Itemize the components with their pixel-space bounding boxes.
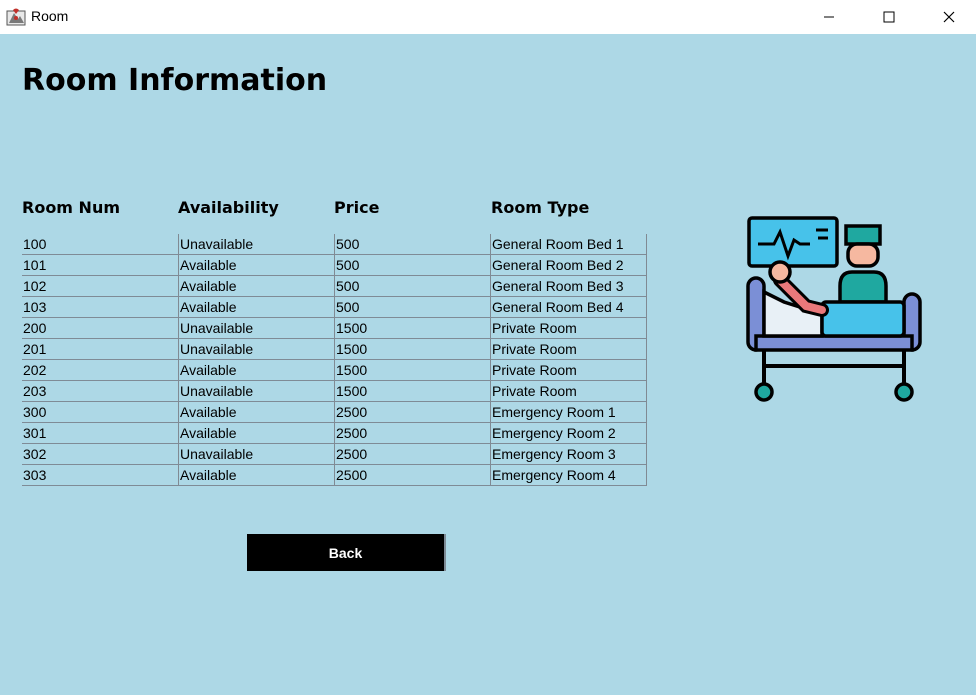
cell-availability[interactable]: Available bbox=[178, 402, 334, 422]
cell-price[interactable]: 500 bbox=[334, 255, 490, 275]
java-app-icon bbox=[6, 7, 26, 27]
cell-price[interactable]: 2500 bbox=[334, 465, 490, 485]
cell-room-type[interactable]: General Room Bed 1 bbox=[490, 234, 646, 254]
room-table[interactable]: 100 Unavailable 500 General Room Bed 1 1… bbox=[22, 234, 647, 486]
table-row[interactable]: 101 Available 500 General Room Bed 2 bbox=[22, 255, 646, 276]
cell-availability[interactable]: Available bbox=[178, 276, 334, 296]
cell-room-num[interactable]: 101 bbox=[22, 255, 178, 275]
cell-room-type[interactable]: Private Room bbox=[490, 381, 646, 401]
cell-room-num[interactable]: 201 bbox=[22, 339, 178, 359]
page-title: Room Information bbox=[22, 63, 328, 98]
back-button[interactable]: Back bbox=[247, 534, 446, 571]
cell-room-num[interactable]: 300 bbox=[22, 402, 178, 422]
cell-price[interactable]: 500 bbox=[334, 276, 490, 296]
table-row[interactable]: 100 Unavailable 500 General Room Bed 1 bbox=[22, 234, 646, 255]
cell-room-type[interactable]: Emergency Room 4 bbox=[490, 465, 646, 485]
cell-availability[interactable]: Unavailable bbox=[178, 339, 334, 359]
cell-price[interactable]: 2500 bbox=[334, 402, 490, 422]
column-header-room-num: Room Num bbox=[22, 198, 120, 217]
table-row[interactable]: 302 Unavailable 2500 Emergency Room 3 bbox=[22, 444, 646, 465]
column-header-room-type: Room Type bbox=[491, 198, 590, 217]
cell-room-num[interactable]: 200 bbox=[22, 318, 178, 338]
cell-room-type[interactable]: Emergency Room 1 bbox=[490, 402, 646, 422]
cell-availability[interactable]: Unavailable bbox=[178, 234, 334, 254]
cell-price[interactable]: 500 bbox=[334, 297, 490, 317]
cell-availability[interactable]: Available bbox=[178, 360, 334, 380]
cell-room-num[interactable]: 100 bbox=[22, 234, 178, 254]
maximize-icon[interactable] bbox=[866, 0, 912, 34]
table-row[interactable]: 200 Unavailable 1500 Private Room bbox=[22, 318, 646, 339]
cell-room-type[interactable]: Emergency Room 2 bbox=[490, 423, 646, 443]
cell-price[interactable]: 1500 bbox=[334, 339, 490, 359]
cell-room-type[interactable]: General Room Bed 4 bbox=[490, 297, 646, 317]
hospital-patient-bed-icon bbox=[744, 214, 924, 406]
cell-room-num[interactable]: 103 bbox=[22, 297, 178, 317]
cell-room-num[interactable]: 302 bbox=[22, 444, 178, 464]
cell-price[interactable]: 2500 bbox=[334, 423, 490, 443]
cell-room-type[interactable]: Private Room bbox=[490, 318, 646, 338]
cell-availability[interactable]: Available bbox=[178, 255, 334, 275]
cell-room-type[interactable]: Private Room bbox=[490, 339, 646, 359]
table-row[interactable]: 300 Available 2500 Emergency Room 1 bbox=[22, 402, 646, 423]
cell-room-type[interactable]: Private Room bbox=[490, 360, 646, 380]
cell-room-type[interactable]: General Room Bed 2 bbox=[490, 255, 646, 275]
cell-price[interactable]: 1500 bbox=[334, 381, 490, 401]
cell-room-num[interactable]: 202 bbox=[22, 360, 178, 380]
cell-price[interactable]: 500 bbox=[334, 234, 490, 254]
cell-room-num[interactable]: 301 bbox=[22, 423, 178, 443]
table-row[interactable]: 202 Available 1500 Private Room bbox=[22, 360, 646, 381]
close-icon[interactable] bbox=[926, 0, 972, 34]
cell-availability[interactable]: Unavailable bbox=[178, 318, 334, 338]
cell-room-num[interactable]: 102 bbox=[22, 276, 178, 296]
cell-availability[interactable]: Unavailable bbox=[178, 444, 334, 464]
cell-price[interactable]: 1500 bbox=[334, 318, 490, 338]
cell-availability[interactable]: Available bbox=[178, 423, 334, 443]
cell-room-num[interactable]: 203 bbox=[22, 381, 178, 401]
table-row[interactable]: 301 Available 2500 Emergency Room 2 bbox=[22, 423, 646, 444]
cell-availability[interactable]: Unavailable bbox=[178, 381, 334, 401]
cell-availability[interactable]: Available bbox=[178, 297, 334, 317]
cell-room-type[interactable]: Emergency Room 3 bbox=[490, 444, 646, 464]
window-title: Room bbox=[31, 8, 69, 24]
column-header-price: Price bbox=[334, 198, 380, 217]
cell-room-type[interactable]: General Room Bed 3 bbox=[490, 276, 646, 296]
column-header-availability: Availability bbox=[178, 198, 279, 217]
window-titlebar: Room bbox=[0, 0, 976, 34]
cell-availability[interactable]: Available bbox=[178, 465, 334, 485]
table-row[interactable]: 303 Available 2500 Emergency Room 4 bbox=[22, 465, 646, 486]
cell-room-num[interactable]: 303 bbox=[22, 465, 178, 485]
table-row[interactable]: 102 Available 500 General Room Bed 3 bbox=[22, 276, 646, 297]
cell-price[interactable]: 1500 bbox=[334, 360, 490, 380]
table-row[interactable]: 103 Available 500 General Room Bed 4 bbox=[22, 297, 646, 318]
minimize-icon[interactable] bbox=[806, 0, 852, 34]
table-row[interactable]: 203 Unavailable 1500 Private Room bbox=[22, 381, 646, 402]
cell-price[interactable]: 2500 bbox=[334, 444, 490, 464]
table-row[interactable]: 201 Unavailable 1500 Private Room bbox=[22, 339, 646, 360]
